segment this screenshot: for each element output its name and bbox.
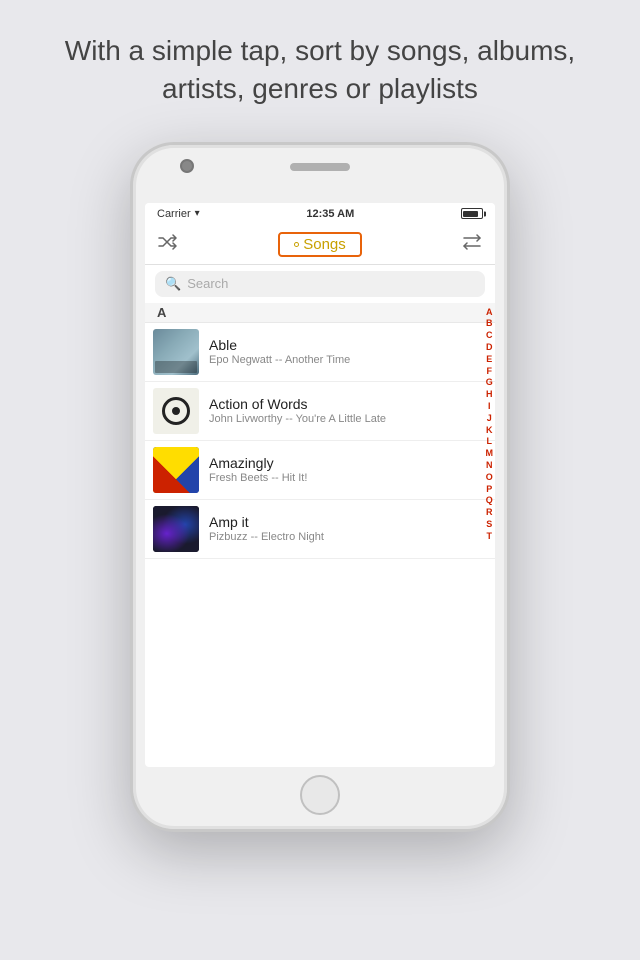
song-info-action: Action of Words John Livworthy -- You're…	[209, 396, 485, 425]
phone-button-mute	[130, 245, 132, 273]
album-art-amp	[153, 506, 199, 552]
status-bar: Carrier ▾ 12:35 AM	[145, 203, 495, 225]
song-item-amazingly[interactable]: Amazingly Fresh Beets -- Hit It!	[145, 441, 495, 500]
song-info-amazingly: Amazingly Fresh Beets -- Hit It!	[209, 455, 485, 484]
alpha-letter-b[interactable]: B	[486, 318, 493, 329]
alpha-letter-h[interactable]: H	[486, 389, 493, 400]
song-list-area: A Able Epo Negwatt -- Another Time	[145, 303, 495, 767]
nav-title[interactable]: Songs	[278, 232, 362, 257]
alpha-letter-o[interactable]: O	[486, 472, 493, 483]
song-title-amp: Amp it	[209, 514, 485, 530]
status-time: 12:35 AM	[306, 208, 354, 220]
status-carrier: Carrier ▾	[157, 208, 200, 220]
alpha-letter-f[interactable]: F	[487, 366, 493, 377]
alpha-letter-l[interactable]: L	[487, 436, 493, 447]
shuffle-icon[interactable]	[157, 234, 179, 255]
screen-content: Carrier ▾ 12:35 AM	[145, 203, 495, 767]
album-art-action	[153, 388, 199, 434]
search-placeholder: Search	[187, 276, 228, 291]
phone-wrapper: Carrier ▾ 12:35 AM	[0, 132, 640, 832]
phone-camera	[180, 159, 194, 173]
phone-home-button[interactable]	[300, 775, 340, 815]
alpha-letter-i[interactable]: I	[488, 401, 491, 412]
nav-title-label: Songs	[303, 236, 346, 253]
song-item-able[interactable]: Able Epo Negwatt -- Another Time	[145, 323, 495, 382]
search-bar[interactable]: 🔍 Search	[155, 271, 485, 297]
alpha-letter-k[interactable]: K	[486, 425, 493, 436]
section-header-a: A	[145, 303, 495, 323]
album-art-action-inner	[162, 397, 190, 425]
alpha-letter-n[interactable]: N	[486, 460, 493, 471]
song-title-action: Action of Words	[209, 396, 485, 412]
alpha-letter-s[interactable]: S	[486, 519, 492, 530]
alpha-letter-j[interactable]: J	[487, 413, 492, 424]
alpha-letter-m[interactable]: M	[486, 448, 494, 459]
song-info-amp: Amp it Pizbuzz -- Electro Night	[209, 514, 485, 543]
song-subtitle-action: John Livworthy -- You're A Little Late	[209, 413, 485, 425]
repeat-icon[interactable]	[461, 234, 483, 255]
phone-button-vol-up	[130, 293, 132, 343]
alpha-letter-r[interactable]: R	[486, 507, 493, 518]
phone-button-power	[508, 305, 510, 375]
phone-screen: Carrier ▾ 12:35 AM	[145, 203, 495, 767]
battery-body	[461, 208, 483, 219]
alpha-letter-p[interactable]: P	[486, 484, 492, 495]
battery-fill	[463, 211, 477, 217]
phone-device: Carrier ▾ 12:35 AM	[130, 142, 510, 832]
carrier-label: Carrier	[157, 208, 191, 220]
song-item-action[interactable]: Action of Words John Livworthy -- You're…	[145, 382, 495, 441]
song-title-able: Able	[209, 337, 485, 353]
song-title-amazingly: Amazingly	[209, 455, 485, 471]
album-art-amazingly	[153, 447, 199, 493]
nav-title-dot	[294, 242, 299, 247]
wifi-icon: ▾	[195, 208, 200, 219]
alpha-letter-t[interactable]: T	[487, 531, 493, 542]
song-subtitle-able: Epo Negwatt -- Another Time	[209, 354, 485, 366]
nav-bar: Songs	[145, 225, 495, 265]
album-art-able	[153, 329, 199, 375]
song-subtitle-amazingly: Fresh Beets -- Hit It!	[209, 472, 485, 484]
alpha-letter-e[interactable]: E	[486, 354, 492, 365]
alpha-letter-q[interactable]: Q	[486, 495, 493, 506]
alpha-letter-c[interactable]: C	[486, 330, 493, 341]
phone-button-vol-down	[130, 355, 132, 405]
promo-header: With a simple tap, sort by songs, albums…	[0, 0, 640, 132]
alpha-letter-g[interactable]: G	[486, 377, 493, 388]
song-subtitle-amp: Pizbuzz -- Electro Night	[209, 531, 485, 543]
search-icon: 🔍	[165, 276, 181, 292]
alpha-letter-a[interactable]: A	[486, 307, 493, 318]
alpha-letter-d[interactable]: D	[486, 342, 493, 353]
status-battery	[461, 208, 483, 219]
alphabet-index[interactable]: ABCDEFGHIJKLMNOPQRST	[486, 303, 494, 767]
song-info-able: Able Epo Negwatt -- Another Time	[209, 337, 485, 366]
song-item-amp[interactable]: Amp it Pizbuzz -- Electro Night	[145, 500, 495, 559]
